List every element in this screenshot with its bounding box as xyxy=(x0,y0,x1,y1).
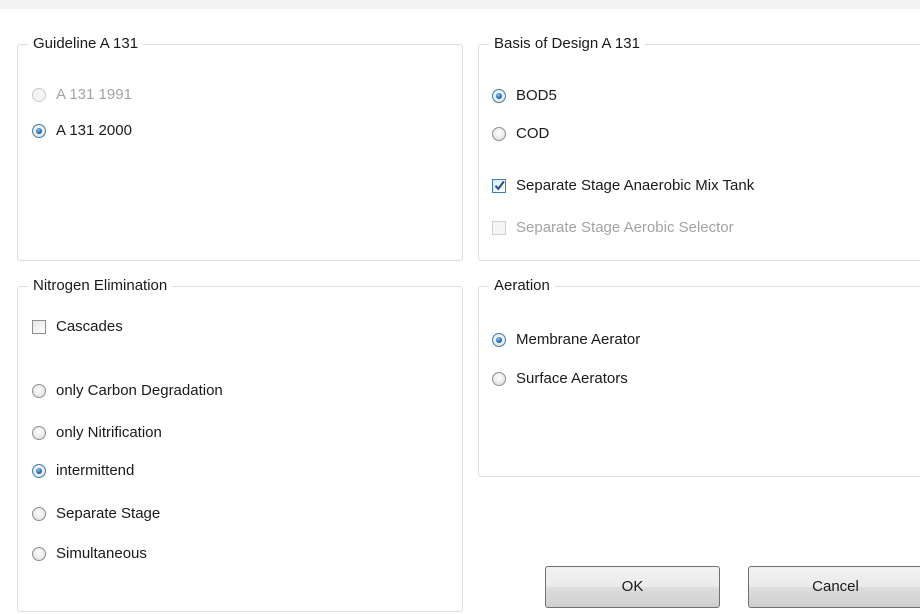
radio-simultaneous[interactable]: Simultaneous xyxy=(32,544,147,564)
radio-button-selected-icon xyxy=(492,89,506,103)
checkbox-label: Separate Stage Aerobic Selector xyxy=(516,219,734,236)
radio-cod[interactable]: COD xyxy=(492,124,549,144)
radio-button-selected-icon xyxy=(32,124,46,138)
radio-label: A 131 2000 xyxy=(56,122,132,139)
cancel-button[interactable]: Cancel xyxy=(748,566,920,608)
radio-label: intermittend xyxy=(56,462,135,479)
guideline-group: Guideline A 131 A 131 1991 A 131 2000 xyxy=(17,34,463,261)
aeration-group: Aeration Membrane Aerator Surface Aerato… xyxy=(478,276,920,477)
checkbox-icon xyxy=(32,320,46,334)
radio-a131-1991[interactable]: A 131 1991 xyxy=(32,85,132,105)
nitrogen-elimination-group-title: Nitrogen Elimination xyxy=(28,276,173,296)
radio-label: only Carbon Degradation xyxy=(56,382,223,399)
radio-bod5[interactable]: BOD5 xyxy=(492,86,557,106)
radio-button-selected-icon xyxy=(492,333,506,347)
radio-button-icon xyxy=(32,507,46,521)
radio-separate-stage[interactable]: Separate Stage xyxy=(32,504,160,524)
radio-label: Simultaneous xyxy=(56,545,147,562)
radio-label: Surface Aerators xyxy=(516,370,628,387)
aeration-group-title: Aeration xyxy=(489,276,555,296)
radio-button-selected-icon xyxy=(32,464,46,478)
window-top-edge xyxy=(0,0,920,9)
checkbox-checked-icon xyxy=(492,179,506,193)
checkbox-label: Cascades xyxy=(56,318,123,335)
guideline-group-title: Guideline A 131 xyxy=(28,34,144,54)
basis-of-design-group-title: Basis of Design A 131 xyxy=(489,34,645,54)
radio-label: Membrane Aerator xyxy=(516,331,641,348)
radio-only-nitrification[interactable]: only Nitrification xyxy=(32,423,162,443)
radio-intermittend[interactable]: intermittend xyxy=(32,461,134,481)
radio-button-icon xyxy=(32,384,46,398)
radio-surface-aerators[interactable]: Surface Aerators xyxy=(492,369,628,389)
radio-label: A 131 1991 xyxy=(56,86,132,103)
checkbox-icon xyxy=(492,221,506,235)
radio-label: COD xyxy=(516,125,550,142)
radio-button-icon xyxy=(492,372,506,386)
radio-button-icon xyxy=(32,547,46,561)
checkbox-label: Separate Stage Anaerobic Mix Tank xyxy=(516,177,755,194)
radio-button-icon xyxy=(32,88,46,102)
ok-button[interactable]: OK xyxy=(545,566,720,608)
checkbox-cascades[interactable]: Cascades xyxy=(32,317,123,337)
radio-only-carbon-degradation[interactable]: only Carbon Degradation xyxy=(32,381,223,401)
radio-label: only Nitrification xyxy=(56,424,162,441)
radio-button-icon xyxy=(492,127,506,141)
radio-label: Separate Stage xyxy=(56,505,161,522)
radio-label: BOD5 xyxy=(516,87,557,104)
basis-of-design-group: Basis of Design A 131 BOD5 COD Separate … xyxy=(478,34,920,261)
checkbox-anaerobic-mix-tank[interactable]: Separate Stage Anaerobic Mix Tank xyxy=(492,176,754,196)
nitrogen-elimination-group: Nitrogen Elimination Cascades only Carbo… xyxy=(17,276,463,612)
checkbox-aerobic-selector[interactable]: Separate Stage Aerobic Selector xyxy=(492,218,734,238)
radio-membrane-aerator[interactable]: Membrane Aerator xyxy=(492,330,640,350)
radio-a131-2000[interactable]: A 131 2000 xyxy=(32,121,132,141)
radio-button-icon xyxy=(32,426,46,440)
